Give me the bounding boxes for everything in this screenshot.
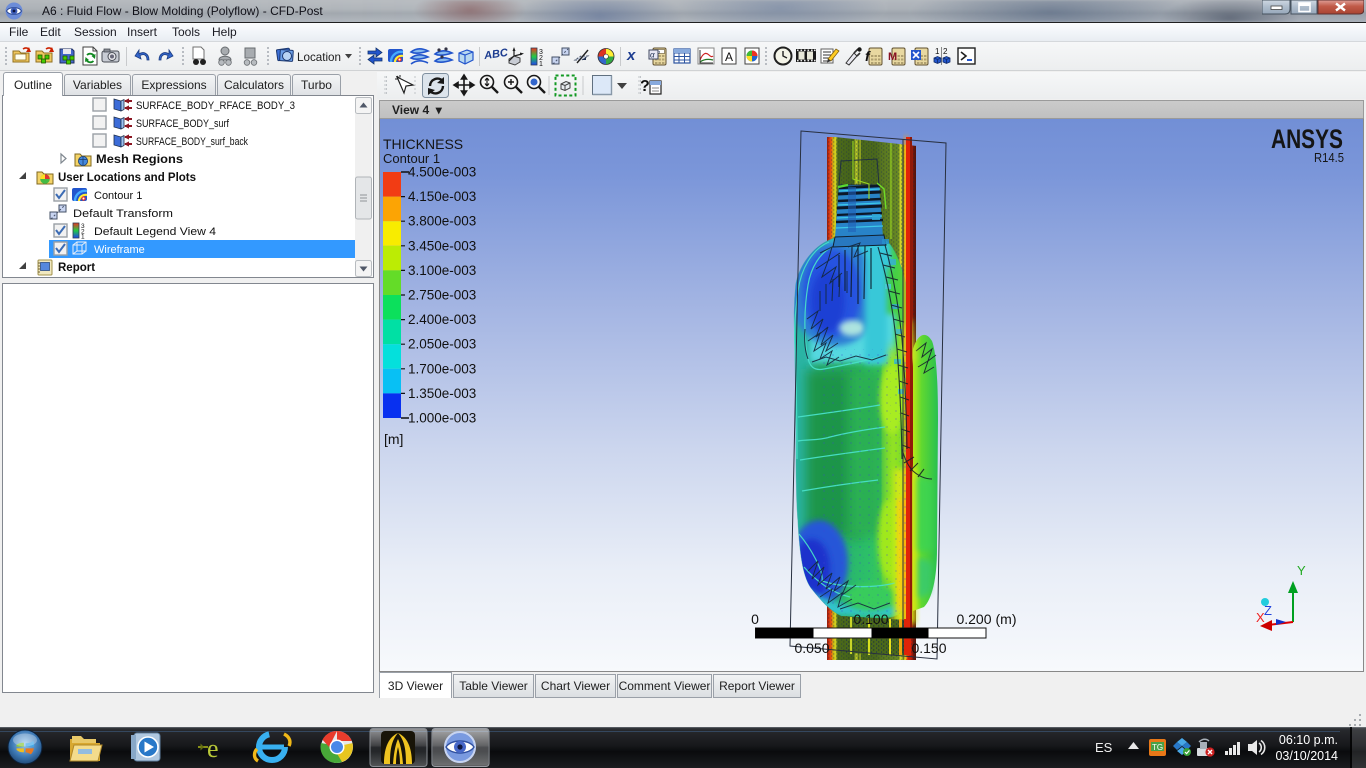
svg-text:A: A xyxy=(725,50,733,64)
svg-text:0: 0 xyxy=(751,611,759,627)
svg-text:x: x xyxy=(626,47,636,64)
svg-text:e: e xyxy=(207,734,219,763)
svg-text:SURFACE_BODY_RFACE_BODY_3: SURFACE_BODY_RFACE_BODY_3 xyxy=(136,100,295,112)
svg-text:[m]: [m] xyxy=(384,431,403,447)
svg-text:ES: ES xyxy=(1095,740,1113,755)
svg-text:(m): (m) xyxy=(996,611,1017,627)
svg-text:Location: Location xyxy=(297,50,341,64)
svg-text:SURFACE_BODY_surf_back: SURFACE_BODY_surf_back xyxy=(136,136,248,148)
svg-text:1.700e-003: 1.700e-003 xyxy=(408,361,476,376)
svg-text:1: 1 xyxy=(935,47,940,56)
svg-text:User Locations and Plots: User Locations and Plots xyxy=(58,172,196,184)
svg-text:Default Legend View 4: Default Legend View 4 xyxy=(94,226,216,238)
svg-text:SURFACE_BODY_surf: SURFACE_BODY_surf xyxy=(136,118,230,130)
svg-text:1.350e-003: 1.350e-003 xyxy=(408,386,476,401)
svg-text:1.000e-003: 1.000e-003 xyxy=(408,411,476,426)
svg-text:M: M xyxy=(888,51,897,63)
svg-text:0.100: 0.100 xyxy=(853,611,888,627)
svg-text:2.750e-003: 2.750e-003 xyxy=(408,288,476,303)
svg-text:Contour 1: Contour 1 xyxy=(94,190,142,202)
svg-text:Report: Report xyxy=(58,262,95,274)
svg-text:2: 2 xyxy=(943,47,948,56)
svg-text:THICKNESS: THICKNESS xyxy=(383,136,463,152)
svg-text:0.150: 0.150 xyxy=(911,640,946,656)
svg-text:03/10/2014: 03/10/2014 xyxy=(1275,749,1338,763)
svg-text:ABC: ABC xyxy=(482,47,509,62)
svg-text:?: ? xyxy=(640,78,650,95)
svg-text:Wireframe: Wireframe xyxy=(94,244,145,256)
svg-text:06:10 p.m.: 06:10 p.m. xyxy=(1279,733,1338,747)
svg-text:3.100e-003: 3.100e-003 xyxy=(408,263,476,278)
svg-text:3.800e-003: 3.800e-003 xyxy=(408,214,476,229)
svg-text:R14.5: R14.5 xyxy=(1314,150,1344,165)
svg-text:3.450e-003: 3.450e-003 xyxy=(408,238,476,253)
svg-text:2.050e-003: 2.050e-003 xyxy=(408,337,476,352)
svg-text:1: 1 xyxy=(81,234,85,241)
svg-text:4.500e-003: 4.500e-003 xyxy=(408,165,476,180)
svg-text:α: α xyxy=(650,51,655,60)
svg-text:2.400e-003: 2.400e-003 xyxy=(408,312,476,327)
svg-text:0.200: 0.200 xyxy=(956,611,991,627)
svg-text:TG: TG xyxy=(1152,743,1163,752)
svg-text:0.050: 0.050 xyxy=(794,640,829,656)
svg-text:1: 1 xyxy=(539,61,543,68)
svg-text:4.150e-003: 4.150e-003 xyxy=(408,189,476,204)
svg-text:Y: Y xyxy=(1297,563,1306,578)
svg-text:Default Transform: Default Transform xyxy=(73,208,173,220)
svg-text:Mesh Regions: Mesh Regions xyxy=(96,154,183,166)
